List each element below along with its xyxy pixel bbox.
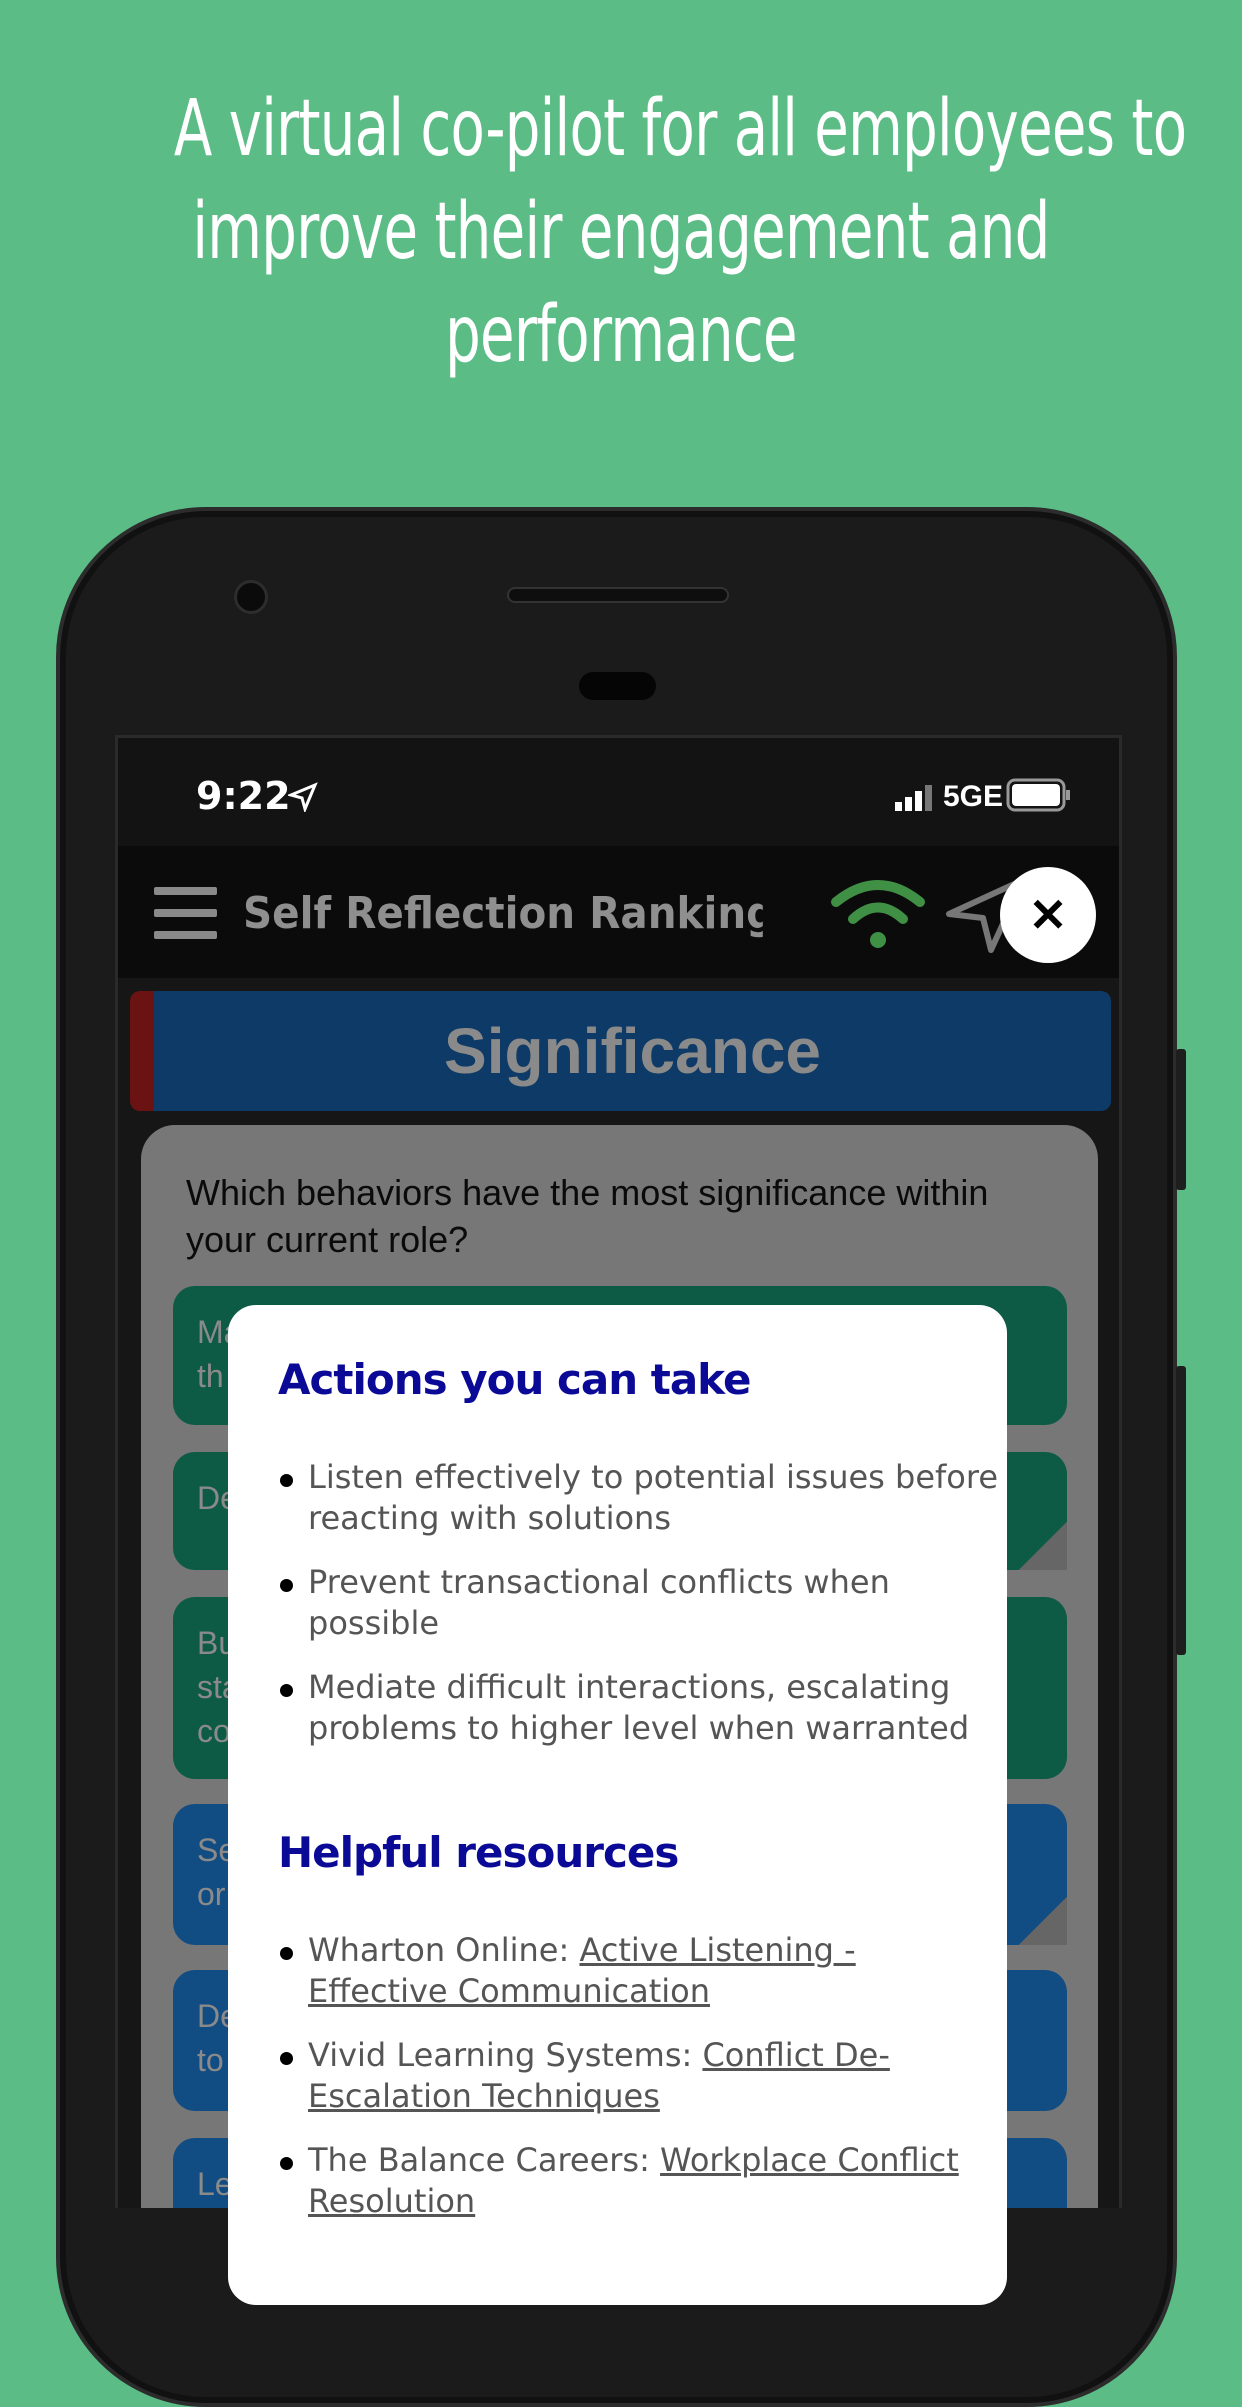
resources-heading: Helpful resources: [278, 1828, 679, 1877]
network-type: 5GE: [943, 780, 1004, 813]
status-bar: 9:22 5GE: [118, 738, 1119, 846]
speaker-grille: [507, 587, 729, 603]
resource-item: The Balance Careers: Workplace Conflict …: [280, 2140, 998, 2222]
battery-icon: [1006, 778, 1070, 812]
headline-line: improve their engagement and: [192, 187, 1050, 277]
resource-item: Wharton Online: Active Listening - Effec…: [280, 1930, 998, 2012]
app-nav-bar: Self Reflection Ranking Too: [118, 846, 1119, 978]
hamburger-menu-icon[interactable]: [154, 887, 217, 953]
headline: A virtual co-pilot for all employees to …: [173, 78, 1187, 387]
resource-source: Wharton Online:: [308, 1931, 580, 1969]
front-camera: [234, 580, 268, 614]
question-text: Which behaviors have the most significan…: [186, 1172, 989, 1260]
resource-source: The Balance Careers:: [308, 2141, 661, 2179]
actions-heading: Actions you can take: [278, 1355, 751, 1404]
tips-modal: Actions you can take Listen effectively …: [228, 1305, 1007, 2305]
action-item: Listen effectively to potential issues b…: [280, 1458, 998, 1537]
proximity-sensor: [579, 672, 656, 700]
close-button[interactable]: ✕: [1000, 867, 1096, 963]
signal-icon: [895, 785, 932, 811]
side-button: [1176, 1366, 1186, 1655]
action-item: Mediate difficult interactions, escalati…: [280, 1667, 998, 1749]
headline-line: A virtual co-pilot for all employees to: [173, 84, 1187, 174]
status-time: 9:22: [196, 774, 291, 818]
side-button: [1176, 1049, 1186, 1190]
resource-item: Vivid Learning Systems: Conflict De-Esca…: [280, 2035, 998, 2117]
action-item: Prevent transactional conflicts when pos…: [280, 1562, 998, 1644]
nav-title: Self Reflection Ranking Too: [243, 888, 763, 939]
resource-source: Vivid Learning Systems:: [308, 2036, 703, 2074]
section-banner: Significance: [130, 991, 1111, 1111]
headline-line: performance: [445, 290, 797, 380]
location-icon: [288, 782, 318, 812]
drag-corner-icon: [1019, 1897, 1067, 1945]
wifi-icon: [831, 880, 925, 948]
drag-corner-icon: [1019, 1522, 1067, 1570]
